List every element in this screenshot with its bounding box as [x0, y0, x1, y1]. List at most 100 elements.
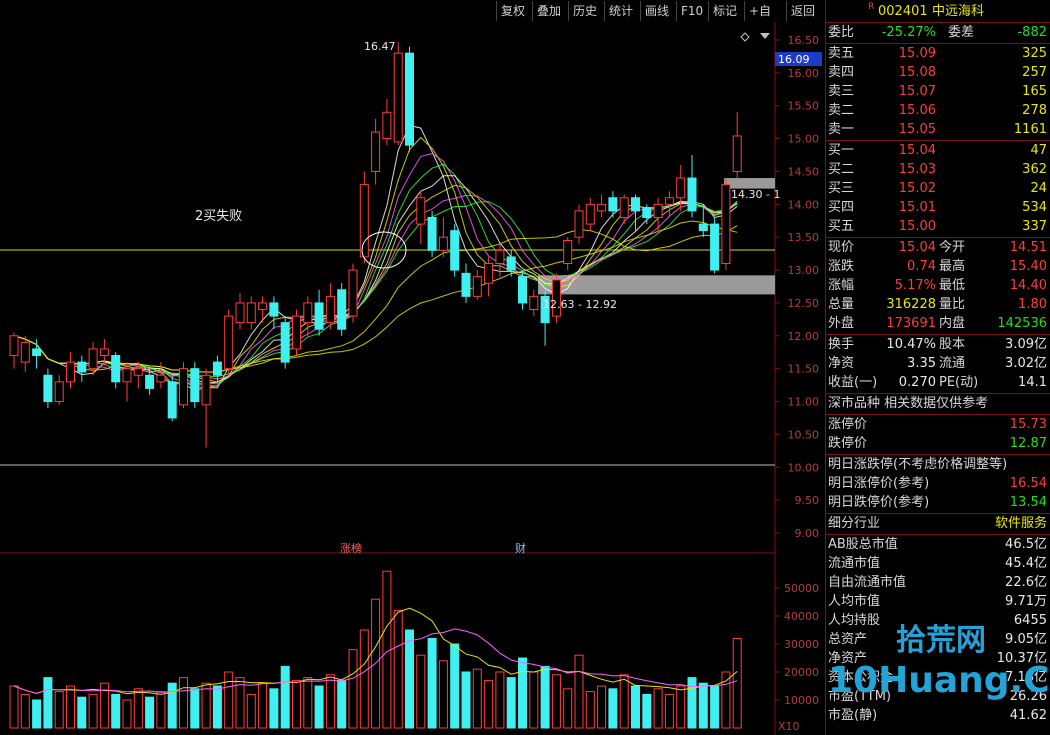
bid-price: 15.00 — [898, 219, 936, 234]
candle-body — [642, 207, 652, 218]
bid-volume: 47 — [1030, 143, 1047, 158]
volume-bar — [145, 696, 155, 729]
weicha-value: -882 — [1017, 25, 1047, 40]
tomorrow-label: 明日跌停价(参考) — [828, 495, 930, 510]
volume-bar — [111, 693, 121, 729]
volume-bar — [608, 688, 618, 729]
toolbar-button-4[interactable]: 画线 — [640, 1, 676, 21]
toolbar-button-3[interactable]: 统计 — [604, 1, 640, 21]
price-tick-label: 12.50 — [788, 297, 820, 310]
volume-bar — [438, 660, 448, 729]
stock-name: 中远海科 — [932, 4, 985, 19]
bid-row: 买五 15.00 337 — [828, 217, 1049, 236]
candle-body — [597, 203, 607, 212]
volume-tick-label: 20000 — [784, 666, 819, 679]
volume-bar — [506, 677, 516, 729]
volume-bar — [382, 570, 392, 729]
kline-chart[interactable]: 9.00 9.50 10.00 10.50 11.00 11.50 12.00 12.50 13… — [0, 22, 825, 735]
volume-bar — [201, 682, 211, 729]
candle-body — [518, 276, 527, 304]
stat-row: 净资 3.35 流通 3.02亿 — [828, 354, 1049, 373]
volume-bar — [314, 685, 324, 729]
toolbar-button-1[interactable]: 叠加 — [532, 1, 568, 21]
volume-bar — [325, 674, 335, 729]
stat-row: 换手 10.47% 股本 3.09亿 — [828, 335, 1049, 354]
candle-body — [461, 272, 471, 297]
volume-bar — [348, 649, 358, 729]
candle-body — [99, 348, 109, 357]
bid-label: 买二 — [828, 162, 855, 177]
quote-label: 总量 — [828, 297, 855, 312]
event-marker-cai: 财 — [515, 541, 526, 555]
volume-bar — [518, 657, 527, 729]
code-prefix: R — [868, 2, 875, 12]
toolbar-button-0[interactable]: 复权 — [496, 1, 532, 21]
candle-body — [66, 361, 75, 383]
candle-body — [122, 368, 132, 383]
quote-row: 总量 316228 量比 1.80 — [828, 295, 1049, 314]
bid-volume: 337 — [1022, 219, 1047, 234]
bid-row: 买一 15.04 47 — [828, 141, 1049, 160]
toolbar-button-5[interactable]: F10 — [676, 1, 708, 21]
price-tick-label: 16.50 — [788, 34, 820, 47]
quote-value-2: 1.80 — [1018, 297, 1047, 312]
volume-bar — [529, 671, 539, 729]
tomorrow-label: 明日涨停价(参考) — [828, 476, 930, 491]
price-tick-label: 10.00 — [788, 461, 820, 474]
candle-body — [43, 374, 53, 403]
volume-tick-label: 50000 — [784, 582, 819, 595]
bid-label: 买四 — [828, 200, 855, 215]
toolbar-button-6[interactable]: 标记 — [708, 1, 744, 21]
quote-row: 外盘 173691 内盘 142536 — [828, 314, 1049, 333]
quote-value: 0.74 — [907, 259, 936, 274]
ask-label: 卖五 — [828, 46, 855, 61]
ask-volume: 1161 — [1013, 122, 1047, 137]
stat-label: 收益(一) — [828, 375, 878, 390]
cap-label: 自由流通市值 — [828, 575, 907, 590]
candle-body — [224, 315, 234, 370]
price-tick-label: 9.00 — [795, 527, 820, 540]
candle-body — [676, 177, 686, 199]
bid-price: 15.02 — [898, 181, 936, 196]
event-marker-zhangbang: 涨榜 — [340, 541, 362, 555]
price-tick-label: 14.50 — [788, 165, 820, 178]
cap-row: 自由流通市值 22.6亿 — [828, 573, 1049, 592]
candle-body — [54, 381, 64, 403]
candle-body — [427, 216, 437, 251]
volume-bar — [642, 693, 652, 729]
bid-label: 买三 — [828, 181, 855, 196]
candle-body — [292, 315, 301, 350]
volume-bar — [540, 665, 550, 729]
industry-label: 细分行业 — [828, 516, 881, 531]
candle-body — [484, 262, 494, 284]
toolbar-button-7[interactable]: +自选 — [744, 1, 786, 38]
volume-bar — [292, 679, 301, 729]
tomorrow-value: 13.54 — [1009, 495, 1047, 510]
candle-body — [450, 230, 460, 271]
ask-price: 15.05 — [898, 122, 936, 137]
cap-row: 人均市值 9.71万 — [828, 592, 1049, 611]
stat-value: 10.47% — [886, 337, 936, 352]
price-tick-label: 15.50 — [788, 100, 820, 113]
volume-bar — [416, 654, 426, 729]
bid-price: 15.03 — [898, 162, 936, 177]
quote-value-2: 14.40 — [1009, 278, 1047, 293]
candle-body — [563, 239, 573, 264]
candle-body — [732, 135, 742, 172]
volume-bar — [190, 688, 200, 729]
candle-body — [258, 302, 268, 311]
quote-value: 15.04 — [898, 240, 936, 255]
toolbar-button-8[interactable]: 返回 — [786, 1, 822, 21]
ask-volume: 325 — [1022, 46, 1047, 61]
candle-body — [529, 295, 539, 311]
candle-body — [585, 203, 595, 225]
volume-bar — [664, 693, 674, 729]
bid-price: 15.04 — [898, 143, 936, 158]
candle-body — [167, 381, 177, 419]
volume-bar — [732, 637, 742, 729]
cap-value: 22.6亿 — [1005, 575, 1047, 590]
candle-body — [20, 341, 30, 363]
ask-row: 卖四 15.08 257 — [828, 63, 1049, 82]
toolbar-button-2[interactable]: 历史 — [568, 1, 604, 21]
bid-row: 买三 15.02 24 — [828, 179, 1049, 198]
